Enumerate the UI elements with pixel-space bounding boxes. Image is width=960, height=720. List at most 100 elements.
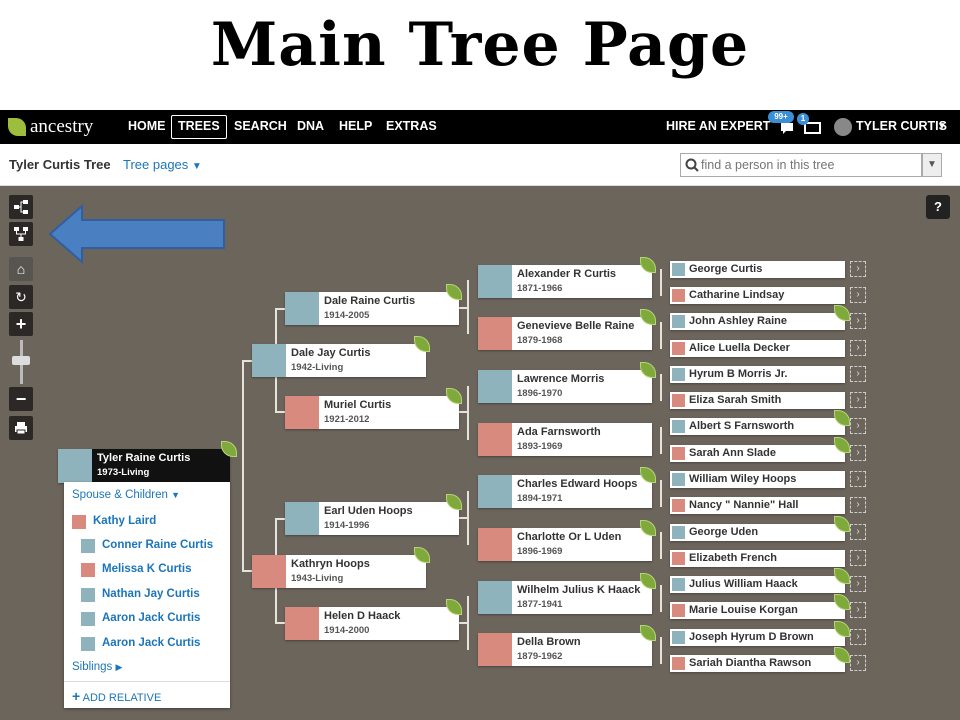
person-card-great-grandparent[interactable]: Wilhelm Julius K Haack 1877-1941 xyxy=(478,581,652,614)
expand-arrow-icon[interactable]: › xyxy=(850,524,866,540)
nav-extras[interactable]: EXTRAS xyxy=(386,119,437,133)
search-dropdown-button[interactable]: ▼ xyxy=(922,153,942,177)
expand-arrow-icon[interactable]: › xyxy=(850,629,866,645)
person-card-gg-grandparent[interactable]: Eliza Sarah Smith xyxy=(670,392,845,409)
person-card-grandparent[interactable]: Helen D Haack 1914-2000 xyxy=(285,607,459,640)
person-card-gg-grandparent[interactable]: Elizabeth French xyxy=(670,550,845,567)
person-name: Earl Uden Hoops xyxy=(324,505,413,517)
person-card-gg-grandparent[interactable]: Sariah Diantha Rawson xyxy=(670,655,845,672)
person-card-gg-grandparent[interactable]: George Curtis xyxy=(670,261,845,278)
refresh-icon[interactable]: ↻ xyxy=(9,285,33,309)
family-view-icon[interactable] xyxy=(9,222,33,246)
nav-help[interactable]: HELP xyxy=(339,119,372,133)
person-card-gg-grandparent[interactable]: Julius William Haack xyxy=(670,576,845,593)
expand-arrow-icon[interactable]: › xyxy=(850,313,866,329)
person-card-gg-grandparent[interactable]: Catharine Lindsay xyxy=(670,287,845,304)
person-avatar xyxy=(285,502,319,535)
expand-arrow-icon[interactable]: › xyxy=(850,655,866,671)
person-card-great-grandparent[interactable]: Lawrence Morris 1896-1970 xyxy=(478,370,652,403)
person-card-gg-grandparent[interactable]: Sarah Ann Slade xyxy=(670,445,845,462)
person-name: Dale Raine Curtis xyxy=(324,295,416,307)
person-avatar xyxy=(672,447,685,460)
expand-arrow-icon[interactable]: › xyxy=(850,392,866,408)
person-card-gg-grandparent[interactable]: Nancy " Nannie" Hall xyxy=(670,497,845,514)
person-card-father[interactable]: Dale Jay Curtis 1942-Living xyxy=(252,344,426,377)
add-relative-button[interactable]: + ADD RELATIVE xyxy=(72,688,161,704)
child-name: Aaron Jack Curtis xyxy=(102,612,201,624)
person-card-gg-grandparent[interactable]: John Ashley Raine xyxy=(670,313,845,330)
person-card-gg-grandparent[interactable]: Alice Luella Decker xyxy=(670,340,845,357)
person-avatar xyxy=(81,637,95,651)
person-name: Sarah Ann Slade xyxy=(689,447,777,459)
person-name: Helen D Haack xyxy=(324,610,401,622)
person-card-grandparent[interactable]: Earl Uden Hoops 1914-1996 xyxy=(285,502,459,535)
person-name: Julius William Haack xyxy=(689,578,798,590)
person-card-gg-grandparent[interactable]: William Wiley Hoops xyxy=(670,471,845,488)
chevron-down-icon[interactable]: ▼ xyxy=(937,121,947,132)
person-avatar xyxy=(285,292,319,325)
person-card-gg-grandparent[interactable]: George Uden xyxy=(670,524,845,541)
user-menu[interactable]: TYLER CURTIS xyxy=(856,119,947,133)
tree-pages-menu[interactable]: Tree pages ▼ xyxy=(123,157,202,172)
messages-badge: 1 xyxy=(797,113,809,125)
child-name: Aaron Jack Curtis xyxy=(102,637,201,649)
person-avatar xyxy=(672,368,685,381)
expand-arrow-icon[interactable]: › xyxy=(850,366,866,382)
person-name: Wilhelm Julius K Haack xyxy=(517,584,641,596)
expand-arrow-icon[interactable]: › xyxy=(850,497,866,513)
expand-arrow-icon[interactable]: › xyxy=(850,261,866,277)
ancestry-logo[interactable]: ancestry xyxy=(8,116,93,138)
person-card-gg-grandparent[interactable]: Marie Louise Korgan xyxy=(670,602,845,619)
home-icon[interactable]: ⌂ xyxy=(9,257,33,281)
person-avatar xyxy=(478,528,512,561)
person-card-great-grandparent[interactable]: Della Brown 1879-1962 xyxy=(478,633,652,666)
expand-arrow-icon[interactable]: › xyxy=(850,340,866,356)
person-avatar xyxy=(672,342,685,355)
expand-arrow-icon[interactable]: › xyxy=(850,418,866,434)
person-search-box xyxy=(680,153,922,177)
expand-arrow-icon[interactable]: › xyxy=(850,471,866,487)
siblings-toggle[interactable]: Siblings ▶ xyxy=(72,661,122,673)
family-panel: Spouse & Children ▼ Kathy Laird Conner R… xyxy=(64,482,230,708)
person-card-great-grandparent[interactable]: Genevieve Belle Raine 1879-1968 xyxy=(478,317,652,350)
person-card-mother[interactable]: Kathryn Hoops 1943-Living xyxy=(252,555,426,588)
nav-search[interactable]: SEARCH xyxy=(234,119,287,133)
person-avatar xyxy=(478,475,512,508)
top-nav-bar: ancestry HOME TREES SEARCH DNA HELP EXTR… xyxy=(0,110,960,144)
hire-expert-link[interactable]: HIRE AN EXPERT xyxy=(666,119,770,133)
person-name: George Uden xyxy=(689,526,759,538)
expand-arrow-icon[interactable]: › xyxy=(850,287,866,303)
root-person-card[interactable]: Tyler Raine Curtis 1973-Living xyxy=(58,449,230,483)
nav-home[interactable]: HOME xyxy=(128,119,166,133)
person-card-great-grandparent[interactable]: Charles Edward Hoops 1894-1971 xyxy=(478,475,652,508)
expand-arrow-icon[interactable]: › xyxy=(850,576,866,592)
user-avatar[interactable] xyxy=(834,118,852,136)
print-icon[interactable] xyxy=(9,416,33,440)
person-card-great-grandparent[interactable]: Alexander R Curtis 1871-1966 xyxy=(478,265,652,298)
person-card-grandparent[interactable]: Dale Raine Curtis 1914-2005 xyxy=(285,292,459,325)
zoom-out-button[interactable]: − xyxy=(9,387,33,411)
nav-dna[interactable]: DNA xyxy=(297,119,324,133)
expand-arrow-icon[interactable]: › xyxy=(850,602,866,618)
person-name: Della Brown xyxy=(517,636,581,648)
person-name: Muriel Curtis xyxy=(324,399,392,411)
pedigree-view-icon[interactable] xyxy=(9,195,33,219)
person-card-gg-grandparent[interactable]: Hyrum B Morris Jr. xyxy=(670,366,845,383)
person-card-great-grandparent[interactable]: Charlotte Or L Uden 1896-1969 xyxy=(478,528,652,561)
expand-arrow-icon[interactable]: › xyxy=(850,445,866,461)
child-name: Melissa K Curtis xyxy=(102,563,192,575)
spouse-children-toggle[interactable]: Spouse & Children ▼ xyxy=(72,489,180,501)
person-avatar xyxy=(478,317,512,350)
notifications-icon[interactable] xyxy=(780,122,794,135)
person-avatar xyxy=(81,539,95,553)
zoom-in-button[interactable]: + xyxy=(9,312,33,336)
person-card-grandparent[interactable]: Muriel Curtis 1921-2012 xyxy=(285,396,459,429)
person-card-great-grandparent[interactable]: Ada Farnsworth 1893-1969 xyxy=(478,423,652,456)
person-card-gg-grandparent[interactable]: Albert S Farnsworth xyxy=(670,418,845,435)
expand-arrow-icon[interactable]: › xyxy=(850,550,866,566)
zoom-slider-thumb[interactable] xyxy=(12,356,30,365)
person-card-gg-grandparent[interactable]: Joseph Hyrum D Brown xyxy=(670,629,845,646)
nav-trees[interactable]: TREES xyxy=(171,115,227,139)
person-search-input[interactable] xyxy=(701,156,916,174)
help-button[interactable]: ? xyxy=(926,195,950,219)
